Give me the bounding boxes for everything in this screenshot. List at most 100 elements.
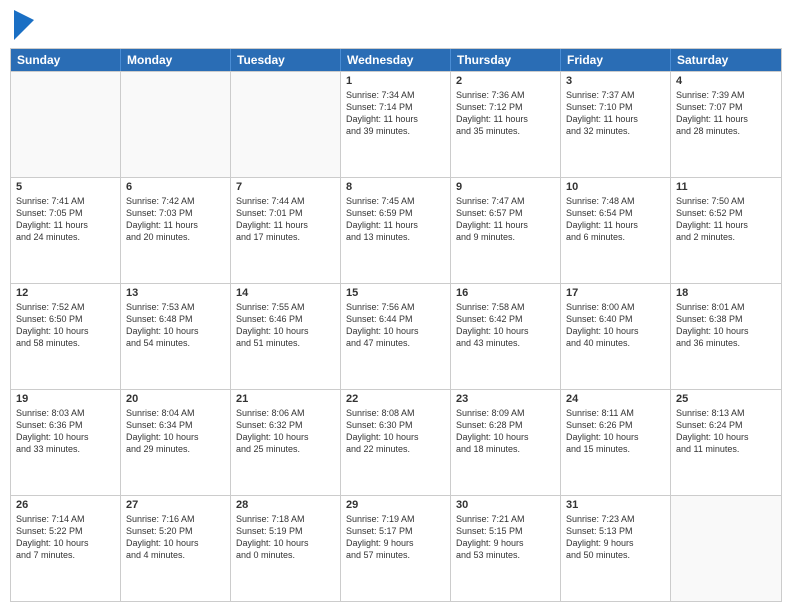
calendar-cell: 16 Sunrise: 7:58 AM Sunset: 6:42 PM Dayli… [451, 284, 561, 389]
day-number: 31 [566, 499, 665, 511]
weekday-header: Friday [561, 49, 671, 71]
logo-icon [14, 10, 34, 40]
calendar-row: 1Sunrise: 7:34 AM Sunset: 7:14 PM Daylig… [11, 71, 781, 177]
logo [10, 10, 34, 40]
calendar-row: 5Sunrise: 7:41 AM Sunset: 7:05 PM Daylig… [11, 177, 781, 283]
cell-info: Sunrise: 8:03 AM Sunset: 6:36 PM Dayligh… [16, 407, 115, 456]
calendar-cell: 27Sunrise: 7:16 AM Sunset: 5:20 PM Dayli… [121, 496, 231, 601]
day-number: 19 [16, 393, 115, 405]
day-number: 30 [456, 499, 555, 511]
calendar-cell: 26 Sunrise: 7:14 AM Sunset: 5:22 PM Dayli… [11, 496, 121, 601]
cell-info: Sunrise: 7:48 AM Sunset: 6:54 PM Dayligh… [566, 195, 665, 244]
calendar-cell: 28 Sunrise: 7:18 AM Sunset: 5:19 PM Dayli… [231, 496, 341, 601]
weekday-header: Monday [121, 49, 231, 71]
calendar-cell: 24 Sunrise: 8:11 AM Sunset: 6:26 PM Dayli… [561, 390, 671, 495]
header [10, 10, 782, 40]
cell-info: Sunrise: 7:52 AM Sunset: 6:50 PM Dayligh… [16, 301, 115, 350]
cell-info: Sunrise: 8:01 AM Sunset: 6:38 PM Dayligh… [676, 301, 776, 350]
calendar-cell [121, 72, 231, 177]
cell-info: Sunrise: 7:23 AM Sunset: 5:13 PM Dayligh… [566, 513, 665, 562]
day-number: 10 [566, 181, 665, 193]
cell-info: Sunrise: 8:08 AM Sunset: 6:30 PM Dayligh… [346, 407, 445, 456]
page: SundayMondayTuesdayWednesdayThursdayFrid… [0, 0, 792, 612]
cell-info: Sunrise: 7:50 AM Sunset: 6:52 PM Dayligh… [676, 195, 776, 244]
calendar-cell [11, 72, 121, 177]
day-number: 4 [676, 75, 776, 87]
calendar-cell: 1Sunrise: 7:34 AM Sunset: 7:14 PM Daylig… [341, 72, 451, 177]
weekday-header: Saturday [671, 49, 781, 71]
day-number: 17 [566, 287, 665, 299]
calendar-cell: 31 Sunrise: 7:23 AM Sunset: 5:13 PM Dayli… [561, 496, 671, 601]
weekday-header: Sunday [11, 49, 121, 71]
day-number: 20 [126, 393, 225, 405]
cell-info: Sunrise: 7:55 AM Sunset: 6:46 PM Dayligh… [236, 301, 335, 350]
cell-info: Sunrise: 7:37 AM Sunset: 7:10 PM Dayligh… [566, 89, 665, 138]
calendar-cell: 20 Sunrise: 8:04 AM Sunset: 6:34 PM Dayli… [121, 390, 231, 495]
day-number: 12 [16, 287, 115, 299]
calendar-header: SundayMondayTuesdayWednesdayThursdayFrid… [11, 49, 781, 71]
cell-info: Sunrise: 7:19 AM Sunset: 5:17 PM Dayligh… [346, 513, 445, 562]
cell-info: Sunrise: 7:21 AM Sunset: 5:15 PM Dayligh… [456, 513, 555, 562]
weekday-header: Tuesday [231, 49, 341, 71]
day-number: 25 [676, 393, 776, 405]
calendar-cell: 7Sunrise: 7:44 AM Sunset: 7:01 PM Daylig… [231, 178, 341, 283]
calendar-cell: 21Sunrise: 8:06 AM Sunset: 6:32 PM Dayli… [231, 390, 341, 495]
cell-info: Sunrise: 7:18 AM Sunset: 5:19 PM Dayligh… [236, 513, 335, 562]
calendar-cell: 14 Sunrise: 7:55 AM Sunset: 6:46 PM Dayli… [231, 284, 341, 389]
day-number: 6 [126, 181, 225, 193]
day-number: 16 [456, 287, 555, 299]
day-number: 15 [346, 287, 445, 299]
day-number: 13 [126, 287, 225, 299]
cell-info: Sunrise: 7:44 AM Sunset: 7:01 PM Dayligh… [236, 195, 335, 244]
calendar-cell: 13 Sunrise: 7:53 AM Sunset: 6:48 PM Dayli… [121, 284, 231, 389]
day-number: 24 [566, 393, 665, 405]
calendar: SundayMondayTuesdayWednesdayThursdayFrid… [10, 48, 782, 602]
day-number: 3 [566, 75, 665, 87]
calendar-cell: 9 Sunrise: 7:47 AM Sunset: 6:57 PM Daylig… [451, 178, 561, 283]
day-number: 27 [126, 499, 225, 511]
calendar-body: 1Sunrise: 7:34 AM Sunset: 7:14 PM Daylig… [11, 71, 781, 601]
weekday-header: Wednesday [341, 49, 451, 71]
calendar-cell [231, 72, 341, 177]
calendar-row: 19 Sunrise: 8:03 AM Sunset: 6:36 PM Dayli… [11, 389, 781, 495]
cell-info: Sunrise: 8:00 AM Sunset: 6:40 PM Dayligh… [566, 301, 665, 350]
cell-info: Sunrise: 8:13 AM Sunset: 6:24 PM Dayligh… [676, 407, 776, 456]
calendar-cell: 19 Sunrise: 8:03 AM Sunset: 6:36 PM Dayli… [11, 390, 121, 495]
calendar-cell: 6Sunrise: 7:42 AM Sunset: 7:03 PM Daylig… [121, 178, 231, 283]
cell-info: Sunrise: 7:36 AM Sunset: 7:12 PM Dayligh… [456, 89, 555, 138]
day-number: 29 [346, 499, 445, 511]
day-number: 28 [236, 499, 335, 511]
day-number: 21 [236, 393, 335, 405]
cell-info: Sunrise: 7:47 AM Sunset: 6:57 PM Dayligh… [456, 195, 555, 244]
calendar-cell: 10 Sunrise: 7:48 AM Sunset: 6:54 PM Dayli… [561, 178, 671, 283]
day-number: 18 [676, 287, 776, 299]
day-number: 14 [236, 287, 335, 299]
cell-info: Sunrise: 7:14 AM Sunset: 5:22 PM Dayligh… [16, 513, 115, 562]
day-number: 26 [16, 499, 115, 511]
cell-info: Sunrise: 7:58 AM Sunset: 6:42 PM Dayligh… [456, 301, 555, 350]
cell-info: Sunrise: 8:04 AM Sunset: 6:34 PM Dayligh… [126, 407, 225, 456]
calendar-cell: 18 Sunrise: 8:01 AM Sunset: 6:38 PM Dayli… [671, 284, 781, 389]
day-number: 22 [346, 393, 445, 405]
calendar-row: 26 Sunrise: 7:14 AM Sunset: 5:22 PM Dayli… [11, 495, 781, 601]
calendar-cell: 22 Sunrise: 8:08 AM Sunset: 6:30 PM Dayli… [341, 390, 451, 495]
cell-info: Sunrise: 7:39 AM Sunset: 7:07 PM Dayligh… [676, 89, 776, 138]
calendar-row: 12 Sunrise: 7:52 AM Sunset: 6:50 PM Dayli… [11, 283, 781, 389]
day-number: 23 [456, 393, 555, 405]
calendar-cell [671, 496, 781, 601]
day-number: 9 [456, 181, 555, 193]
day-number: 2 [456, 75, 555, 87]
cell-info: Sunrise: 8:09 AM Sunset: 6:28 PM Dayligh… [456, 407, 555, 456]
calendar-cell: 8Sunrise: 7:45 AM Sunset: 6:59 PM Daylig… [341, 178, 451, 283]
calendar-cell: 12 Sunrise: 7:52 AM Sunset: 6:50 PM Dayli… [11, 284, 121, 389]
day-number: 8 [346, 181, 445, 193]
calendar-cell: 29 Sunrise: 7:19 AM Sunset: 5:17 PM Dayli… [341, 496, 451, 601]
cell-info: Sunrise: 7:53 AM Sunset: 6:48 PM Dayligh… [126, 301, 225, 350]
calendar-cell: 2 Sunrise: 7:36 AM Sunset: 7:12 PM Daylig… [451, 72, 561, 177]
weekday-header: Thursday [451, 49, 561, 71]
cell-info: Sunrise: 8:11 AM Sunset: 6:26 PM Dayligh… [566, 407, 665, 456]
calendar-cell: 15Sunrise: 7:56 AM Sunset: 6:44 PM Dayli… [341, 284, 451, 389]
calendar-cell: 3 Sunrise: 7:37 AM Sunset: 7:10 PM Daylig… [561, 72, 671, 177]
calendar-cell: 11 Sunrise: 7:50 AM Sunset: 6:52 PM Dayli… [671, 178, 781, 283]
day-number: 11 [676, 181, 776, 193]
